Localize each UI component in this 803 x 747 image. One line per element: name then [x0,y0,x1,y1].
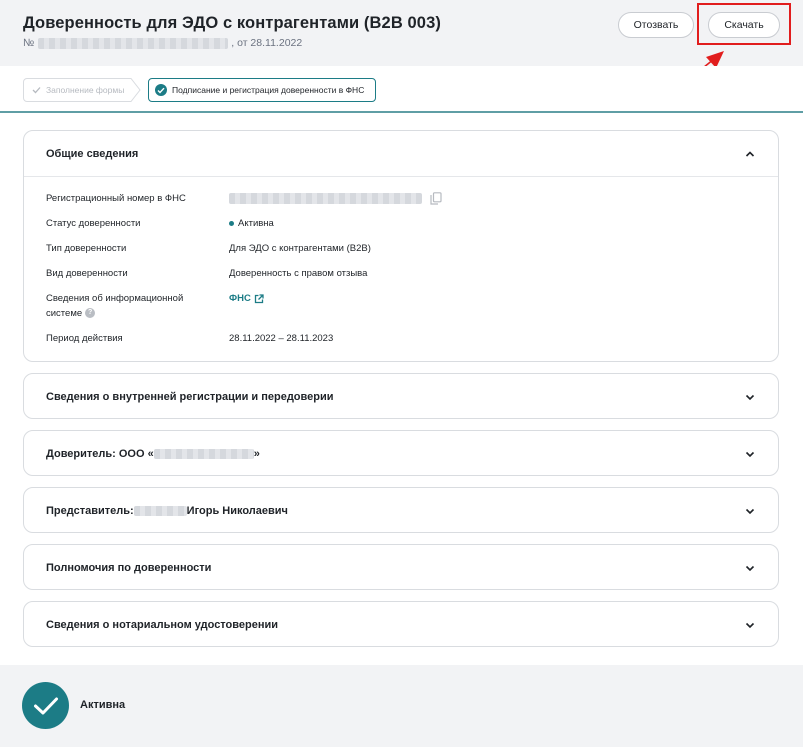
step-label: Подписание и регистрация доверенности в … [172,85,365,95]
step-fill-form[interactable]: Заполнение формы [23,78,141,102]
powers-section[interactable]: Полномочия по доверенности [23,544,779,590]
redacted-surname [133,505,187,516]
chevron-down-icon[interactable] [744,619,756,631]
status-footer: Активна [0,665,803,747]
section-title: Полномочия по доверенности [46,561,212,574]
section-title: Сведения о нотариальном удостоверении [46,618,279,631]
section-title: Общие сведения [46,147,139,160]
fns-link-text: ФНС [229,293,251,304]
document-number: № , от 28.11.2022 [23,37,302,49]
info-row: Период действия 28.11.2022 – 28.11.2023 [24,331,778,346]
chevron-down-icon[interactable] [744,505,756,517]
revoke-button[interactable]: Отозвать [618,12,694,38]
step-sign-register[interactable]: Подписание и регистрация доверенности в … [148,78,376,102]
step-label: Заполнение формы [46,85,125,95]
copy-icon[interactable] [430,192,442,205]
section-title: Представитель: Игорь Николаевич [46,504,288,517]
info-label: Статус доверенности [46,218,141,229]
help-icon[interactable]: ? [85,308,96,319]
general-info-card: Общие сведения Регистрационный номер в Ф… [23,130,779,362]
info-row: Регистрационный номер в ФНС [24,191,778,206]
info-row: Сведения об информационной системе? ФНС [24,291,778,321]
info-value: 28.11.2022 – 28.11.2023 [229,333,334,344]
info-value: Доверенность с правом отзыва [229,268,368,279]
steps-bar: Заполнение формы Подписание и регистраци… [0,66,803,113]
external-link-icon [254,293,264,303]
info-row: Тип доверенности Для ЭДО с контрагентами… [24,241,778,256]
check-icon [32,87,41,94]
info-label: Вид доверенности [46,268,128,279]
redacted-number [38,37,229,49]
footer-status: Активна [80,699,126,711]
check-circle-icon [155,84,167,96]
info-label: Период действия [46,333,123,344]
active-check-icon [22,682,69,729]
info-row: Вид доверенности Доверенность с правом о… [24,266,778,281]
internal-registration-section[interactable]: Сведения о внутренней регистрации и пере… [23,373,779,419]
chevron-down-icon[interactable] [744,391,756,403]
general-info-header[interactable]: Общие сведения [24,131,778,176]
status-dot-icon [229,221,234,226]
info-row: Статус доверенности Активна [24,216,778,231]
highlight-box [697,3,791,45]
section-title: Сведения о внутренней регистрации и пере… [46,390,334,403]
document-date: , от 28.11.2022 [231,37,303,49]
info-value: Для ЭДО с контрагентами (B2B) [229,243,371,254]
redacted-reg-number [229,193,422,204]
fns-link[interactable]: ФНС [229,291,264,306]
notary-section[interactable]: Сведения о нотариальном удостоверении [23,601,779,647]
chevron-down-icon[interactable] [744,448,756,460]
general-info-body: Регистрационный номер в ФНС Статус довер… [24,176,778,346]
principal-section[interactable]: Доверитель: ООО «» [23,430,779,476]
section-title: Доверитель: ООО «» [46,447,260,460]
redacted-company [153,448,254,459]
info-label: Регистрационный номер в ФНС [46,193,186,204]
info-label: Тип доверенности [46,243,127,254]
number-prefix: № [23,37,35,49]
representative-section[interactable]: Представитель: Игорь Николаевич [23,487,779,533]
main-content: Общие сведения Регистрационный номер в Ф… [0,115,803,665]
page-title: Доверенность для ЭДО с контрагентами (B2… [23,14,441,32]
chevron-down-icon[interactable] [744,562,756,574]
info-label: Сведения об информационной системе? [46,291,216,321]
chevron-up-icon[interactable] [744,148,756,160]
info-label-text: Сведения об информационной системе [46,293,184,319]
status-value: Активна [238,218,274,229]
